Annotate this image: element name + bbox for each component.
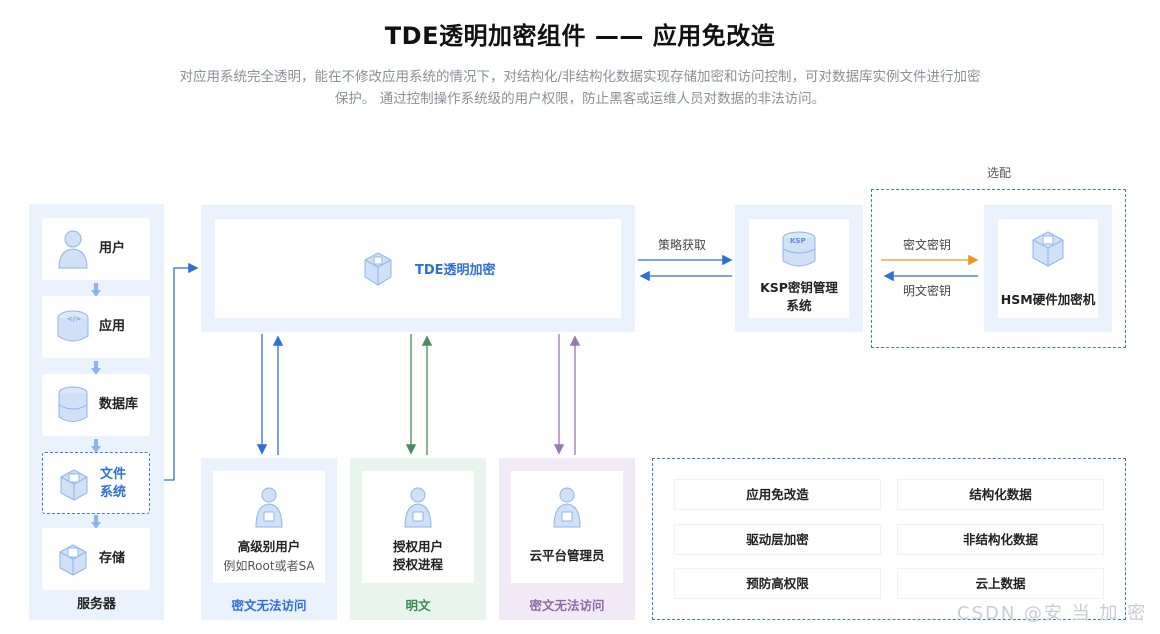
tde-encryption-icon (364, 252, 392, 286)
file-system-label-line-1: 文件 (100, 467, 127, 482)
server-column: 用户 </> 应用 数据库 文件 系统 存储 服务器 (29, 204, 164, 620)
user-lock-icon (553, 487, 581, 528)
hsm-label: HSM硬件加密机 (1000, 292, 1096, 307)
ksp-card: KSP KSP密钥管理 系统 (749, 219, 849, 318)
user-title-line-2: 授权进程 (392, 557, 443, 572)
watermark: CSDN @安 当 加 密 (957, 603, 1148, 624)
user-box-high-privilege: 高级别用户 例如Root或者SA 密文无法访问 (201, 458, 337, 620)
user-access-label: 密文无法访问 (529, 598, 605, 613)
user-card: 高级别用户 例如Root或者SA (213, 471, 325, 583)
server-item-label: 数据库 (99, 397, 139, 412)
user-subtitle: 例如Root或者SA (223, 559, 315, 573)
user-access-label: 密文无法访问 (231, 598, 307, 613)
ksp-label-line-1: KSP密钥管理 (760, 280, 838, 295)
feature-item: 结构化数据 (898, 480, 1103, 509)
server-item-file-system: 文件 系统 (42, 452, 150, 514)
feature-item: 预防高权限 (675, 569, 880, 598)
user-card: 云平台管理员 (511, 471, 623, 583)
ksp-label: KSP密钥管理 系统 (749, 279, 849, 315)
user-lock-icon (404, 487, 432, 528)
svg-text:</>: </> (67, 315, 81, 323)
user-box-authorized: 授权用户 授权进程 明文 (350, 458, 486, 620)
optional-label: 选配 (986, 166, 1011, 180)
server-footer-label: 服务器 (76, 597, 116, 612)
feature-item: 非结构化数据 (898, 525, 1103, 554)
file-system-label-line-2: 系统 (100, 485, 127, 500)
server-item-storage: 存储 (42, 528, 150, 590)
database-icon (58, 386, 88, 422)
server-item-database: 数据库 (42, 374, 150, 436)
hsm-card: HSM硬件加密机 (998, 219, 1098, 318)
user-lock-icon (255, 487, 283, 528)
features-region: 应用免改造 结构化数据 驱动层加密 非结构化数据 预防高权限 云上数据 (652, 458, 1126, 620)
user-icon (58, 230, 88, 269)
ksp-label-line-2: 系统 (786, 298, 812, 313)
server-item-application: </> 应用 (42, 296, 150, 358)
plain-key-label: 明文密钥 (903, 284, 952, 298)
user-title: 授权用户 授权进程 (362, 538, 474, 574)
user-title-line-1: 授权用户 (392, 539, 443, 554)
user-access-label: 明文 (405, 598, 431, 613)
storage-icon (59, 544, 87, 576)
file-system-icon (60, 469, 88, 501)
tde-label: TDE透明加密 (415, 263, 496, 278)
server-item-label: 存储 (99, 551, 126, 566)
server-item-user: 用户 (42, 218, 150, 280)
server-item-label: 用户 (99, 241, 126, 256)
policy-label: 策略获取 (658, 238, 707, 252)
feature-item: 应用免改造 (675, 480, 880, 509)
user-title: 高级别用户 (237, 539, 301, 554)
cipher-key-label: 密文密钥 (903, 238, 952, 252)
feature-item: 驱动层加密 (675, 525, 880, 554)
tde-card: TDE透明加密 (215, 219, 621, 318)
ksp-key-icon: KSP (782, 231, 816, 267)
user-title: 云平台管理员 (529, 548, 605, 563)
feature-item: 云上数据 (898, 569, 1103, 598)
application-icon: </> (57, 310, 89, 342)
server-item-label: 应用 (99, 319, 126, 334)
hsm-device-icon (1032, 231, 1064, 267)
user-card: 授权用户 授权进程 (362, 471, 474, 583)
user-box-cloud-admin: 云平台管理员 密文无法访问 (499, 458, 635, 620)
server-item-label: 文件 系统 (100, 466, 126, 502)
svg-text:KSP: KSP (790, 237, 806, 245)
